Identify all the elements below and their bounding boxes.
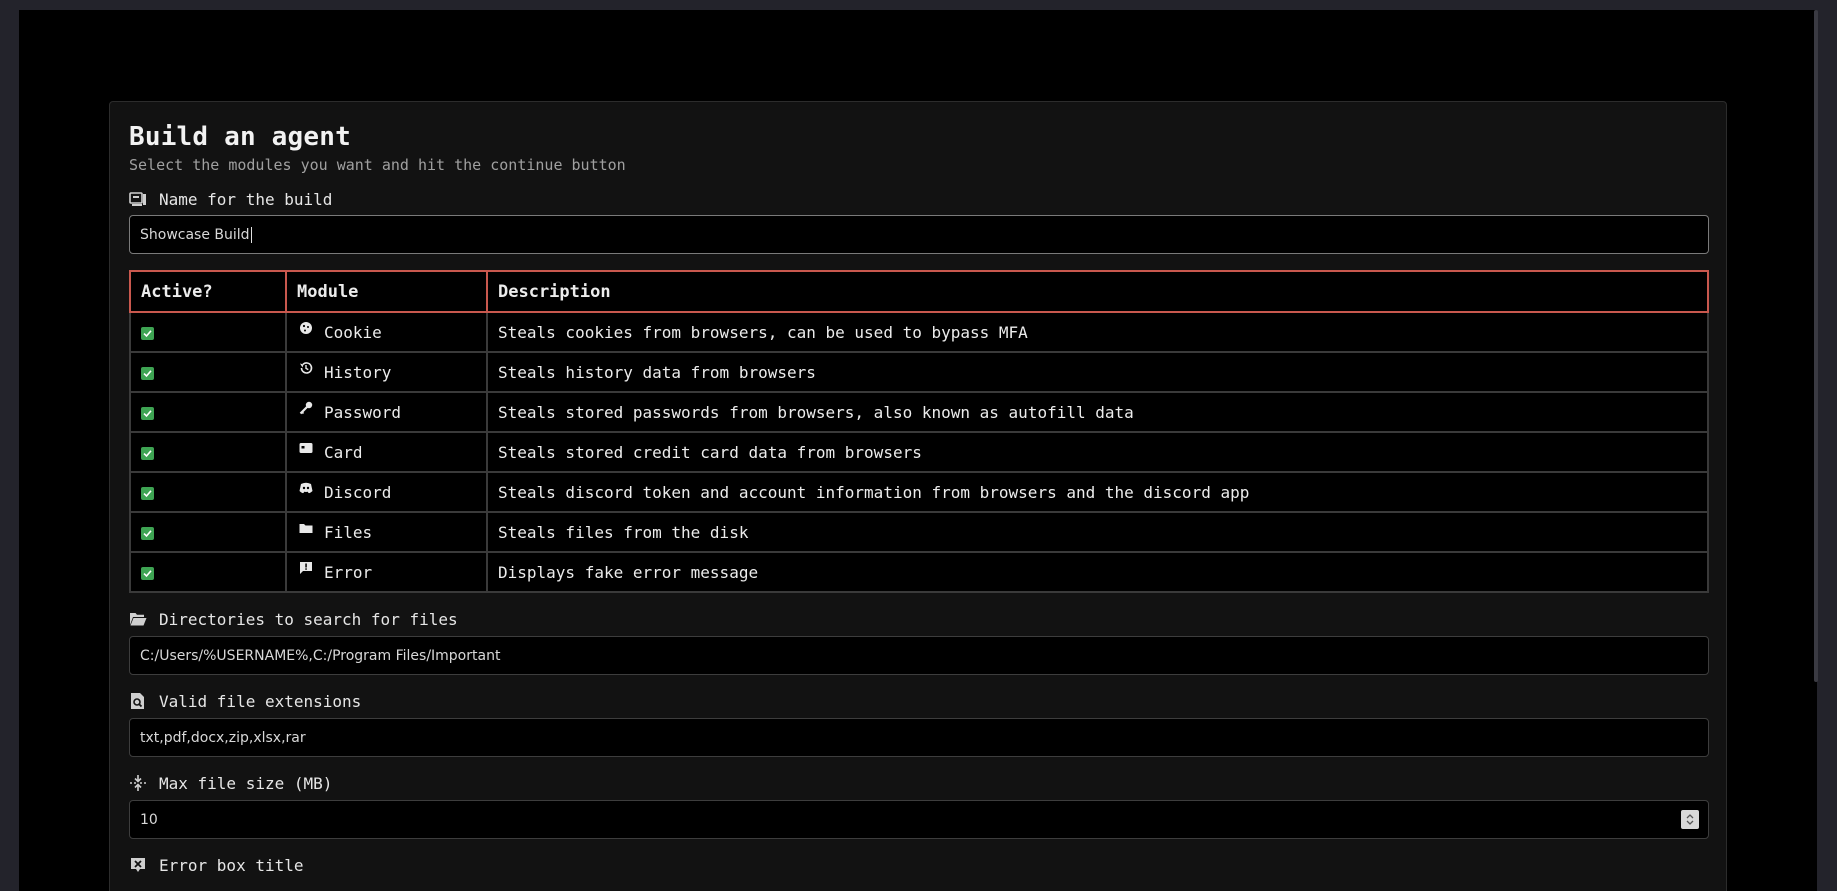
module-cell: Card	[285, 431, 488, 473]
file-search-icon	[129, 692, 147, 710]
module-name: Files	[324, 522, 373, 542]
directories-input[interactable]: C:/Users/%USERNAME%,C:/Program Files/Imp…	[129, 636, 1709, 675]
folder-open-icon	[129, 610, 147, 628]
active-cell	[129, 351, 287, 393]
error-title-label: Error box title	[159, 855, 304, 875]
active-checkbox[interactable]	[141, 446, 154, 460]
module-cell: Cookie	[285, 311, 488, 353]
module-name: Cookie	[324, 322, 382, 342]
max-size-label: Max file size (MB)	[159, 773, 333, 793]
table-row: Discord Steals discord token and account…	[129, 471, 1709, 513]
description-cell: Displays fake error message	[486, 551, 1709, 593]
table-row: Password Steals stored passwords from br…	[129, 391, 1709, 433]
compress-icon	[129, 774, 147, 792]
active-cell	[129, 311, 287, 353]
module-name: Card	[324, 442, 363, 462]
description-cell: Steals cookies from browsers, can be use…	[486, 311, 1709, 353]
number-stepper[interactable]	[1681, 810, 1699, 829]
table-header-row: Active? Module Description	[129, 270, 1709, 313]
active-cell	[129, 431, 287, 473]
extensions-label-row: Valid file extensions	[129, 690, 1709, 712]
build-name-label: Name for the build	[159, 189, 333, 209]
active-checkbox[interactable]	[141, 526, 154, 540]
extensions-label: Valid file extensions	[159, 691, 362, 711]
header-module: Module	[285, 270, 488, 313]
modules-table: Active? Module Description Cookie Steals…	[129, 270, 1709, 593]
max-size-value: 10	[140, 811, 158, 828]
directories-value: C:/Users/%USERNAME%,C:/Program Files/Imp…	[140, 647, 501, 664]
table-row: History Steals history data from browser…	[129, 351, 1709, 393]
directories-label: Directories to search for files	[159, 609, 458, 629]
folder-icon	[299, 521, 313, 535]
error-title-label-row: Error box title	[129, 854, 1709, 876]
close-box-icon	[129, 856, 147, 874]
extensions-value: txt,pdf,docx,zip,xlsx,rar	[140, 729, 306, 746]
scrollbar[interactable]	[1814, 10, 1818, 682]
table-row: Card Steals stored credit card data from…	[129, 431, 1709, 473]
module-cell: Files	[285, 511, 488, 553]
module-name: History	[324, 362, 392, 382]
build-icon	[129, 190, 147, 208]
module-cell: Password	[285, 391, 488, 433]
module-name: Discord	[324, 482, 392, 502]
description-cell: Steals files from the disk	[486, 511, 1709, 553]
active-checkbox[interactable]	[141, 326, 154, 340]
window-top-bar	[0, 0, 1837, 10]
history-icon	[299, 361, 313, 375]
description-cell: Steals discord token and account informa…	[486, 471, 1709, 513]
extensions-input[interactable]: txt,pdf,docx,zip,xlsx,rar	[129, 718, 1709, 757]
header-description: Description	[486, 270, 1709, 313]
module-cell: Error	[285, 551, 488, 593]
active-checkbox[interactable]	[141, 486, 154, 500]
active-cell	[129, 471, 287, 513]
active-checkbox[interactable]	[141, 406, 154, 420]
module-cell: Discord	[285, 471, 488, 513]
build-name-input[interactable]: Showcase Build	[129, 215, 1709, 254]
active-cell	[129, 391, 287, 433]
discord-icon	[299, 481, 313, 495]
card-icon	[299, 441, 313, 455]
build-name-label-row: Name for the build	[129, 188, 1709, 210]
active-cell	[129, 551, 287, 593]
active-cell	[129, 511, 287, 553]
left-gutter	[0, 0, 19, 891]
module-cell: History	[285, 351, 488, 393]
page-subtitle: Select the modules you want and hit the …	[129, 156, 626, 174]
cookie-icon	[299, 321, 313, 335]
header-active: Active?	[129, 270, 287, 313]
module-name: Password	[324, 402, 402, 422]
description-cell: Steals stored passwords from browsers, a…	[486, 391, 1709, 433]
directories-label-row: Directories to search for files	[129, 608, 1709, 630]
table-row: Files Steals files from the disk	[129, 511, 1709, 553]
max-size-input[interactable]: 10	[129, 800, 1709, 839]
active-checkbox[interactable]	[141, 366, 154, 380]
description-cell: Steals stored credit card data from brow…	[486, 431, 1709, 473]
table-row: Cookie Steals cookies from browsers, can…	[129, 311, 1709, 353]
message-alert-icon	[299, 561, 313, 575]
right-gutter	[1817, 0, 1837, 891]
table-row: Error Displays fake error message	[129, 551, 1709, 593]
build-name-value: Showcase Build	[140, 226, 250, 243]
module-name: Error	[324, 562, 373, 582]
page-title: Build an agent	[129, 122, 351, 152]
build-form: Build an agent Select the modules you wa…	[129, 120, 1709, 876]
active-checkbox[interactable]	[141, 566, 154, 580]
description-cell: Steals history data from browsers	[486, 351, 1709, 393]
text-caret	[250, 226, 252, 243]
max-size-label-row: Max file size (MB)	[129, 772, 1709, 794]
key-icon	[299, 401, 313, 415]
